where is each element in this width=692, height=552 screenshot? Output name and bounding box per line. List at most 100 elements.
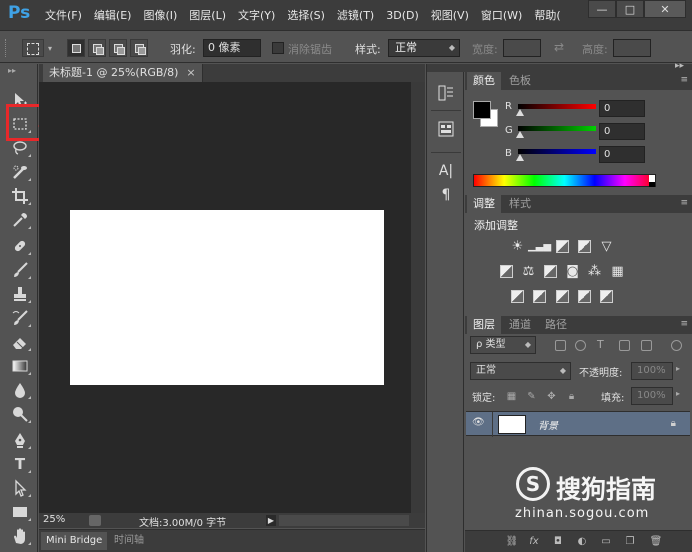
threshold-icon[interactable] [556, 290, 569, 303]
antialias-checkbox[interactable] [272, 42, 284, 54]
foreground-color-swatch[interactable] [473, 101, 491, 119]
lock-transparent-icon[interactable]: ▦ [506, 391, 517, 402]
tool-preset-picker[interactable] [22, 39, 44, 57]
black-white-icon[interactable] [544, 265, 557, 278]
add-to-selection-button[interactable] [88, 39, 106, 57]
posterize-icon[interactable] [533, 290, 546, 303]
brush-tool-icon[interactable] [9, 260, 31, 280]
document-canvas[interactable] [70, 210, 384, 385]
new-adjustment-layer-icon[interactable]: ◐ [575, 535, 589, 549]
layer-row-background[interactable]: 👁︎ 背景 🔒︎ [466, 411, 690, 437]
tab-adjustments[interactable]: 调整 [467, 195, 501, 213]
blue-slider[interactable] [518, 149, 596, 154]
layer-visibility-eye-icon[interactable]: 👁︎ [472, 417, 485, 430]
type-filter-icon[interactable]: T [597, 338, 604, 351]
path-selection-tool-icon[interactable] [9, 478, 31, 498]
blend-mode-select[interactable]: 正常 ◆ [470, 362, 571, 380]
new-selection-button[interactable] [67, 39, 85, 57]
green-slider[interactable] [518, 126, 596, 131]
layer-style-icon[interactable]: fx [527, 535, 541, 549]
blue-slider-thumb[interactable] [516, 154, 524, 161]
tab-mini-bridge[interactable]: Mini Bridge [41, 532, 108, 550]
eyedropper-tool-icon[interactable] [9, 210, 31, 230]
maximize-button[interactable]: □ [616, 0, 644, 18]
collapse-panels-icon[interactable]: ▸▸ [675, 61, 684, 71]
fill-arrow-icon[interactable]: ▸ [676, 389, 680, 398]
feather-input[interactable]: 0 像素 [203, 39, 261, 57]
properties-panel-icon[interactable] [437, 120, 455, 138]
menu-3d[interactable]: 3D(D) [386, 9, 419, 22]
levels-icon[interactable]: ▁▃▅ [528, 240, 551, 253]
menu-window[interactable]: 窗口(W) [481, 7, 522, 23]
tab-styles[interactable]: 样式 [503, 195, 537, 213]
subtract-from-selection-button[interactable] [109, 39, 127, 57]
panel-menu-icon[interactable]: ≡ [680, 319, 688, 329]
hand-tool-icon[interactable] [9, 526, 31, 546]
eraser-tool-icon[interactable] [9, 332, 31, 352]
selective-color-icon[interactable] [600, 290, 613, 303]
vibrance-icon[interactable]: ▽ [600, 239, 613, 254]
tab-layers[interactable]: 图层 [467, 316, 501, 334]
status-info-icon[interactable] [89, 515, 101, 526]
opacity-input[interactable]: 100% [631, 362, 673, 380]
new-group-icon[interactable]: ▭ [599, 535, 613, 549]
history-brush-tool-icon[interactable] [9, 308, 31, 328]
lasso-tool-icon[interactable] [9, 138, 31, 158]
tab-paths[interactable]: 路径 [539, 316, 573, 334]
invert-icon[interactable] [511, 290, 524, 303]
red-slider[interactable] [518, 104, 596, 109]
color-spectrum[interactable] [473, 174, 656, 187]
shape-filter-icon[interactable] [619, 340, 630, 351]
quick-selection-tool-icon[interactable] [9, 162, 31, 182]
status-menu-arrow-icon[interactable]: ▶ [266, 515, 276, 526]
panel-menu-icon[interactable]: ≡ [680, 75, 688, 85]
channel-mixer-icon[interactable]: ⁂ [588, 264, 601, 279]
tab-channels[interactable]: 通道 [503, 316, 537, 334]
link-layers-icon[interactable]: ⛓ [505, 535, 519, 549]
options-bar-grip[interactable] [5, 39, 8, 57]
menu-type[interactable]: 文字(Y) [238, 7, 275, 23]
opacity-arrow-icon[interactable]: ▸ [676, 364, 680, 373]
zoom-level[interactable]: 25% [43, 514, 65, 525]
menu-view[interactable]: 视图(V) [431, 7, 469, 23]
vertical-scrollbar[interactable] [411, 82, 425, 513]
pixel-filter-icon[interactable] [555, 340, 566, 351]
document-tab[interactable]: 未标题-1 @ 25%(RGB/8) × [43, 64, 203, 82]
layer-filter-select[interactable]: ρ 类型 ◆ [470, 336, 536, 354]
minimize-button[interactable]: — [588, 0, 616, 18]
green-slider-thumb[interactable] [516, 131, 524, 138]
curves-icon[interactable] [556, 240, 569, 253]
horizontal-scrollbar[interactable] [279, 515, 409, 526]
delete-layer-icon[interactable]: 🗑︎ [649, 535, 663, 549]
brightness-contrast-icon[interactable]: ☀ [511, 239, 524, 254]
type-tool-icon[interactable]: T [9, 454, 31, 474]
close-button[interactable]: ✕ [644, 0, 686, 18]
hue-saturation-icon[interactable] [500, 265, 513, 278]
spot-healing-brush-tool-icon[interactable] [9, 236, 31, 256]
lock-image-icon[interactable]: ✎ [526, 391, 537, 402]
character-panel-icon[interactable]: A| [437, 162, 455, 180]
menu-filter[interactable]: 滤镜(T) [337, 7, 374, 23]
blue-value-input[interactable]: 0 [599, 146, 645, 163]
height-input[interactable] [613, 39, 651, 57]
clone-stamp-tool-icon[interactable] [9, 284, 31, 304]
lock-all-icon[interactable]: 🔒︎ [566, 391, 577, 402]
preset-dropdown-arrow-icon[interactable]: ▾ [48, 44, 52, 62]
lock-position-icon[interactable]: ✥ [546, 391, 557, 402]
photo-filter-icon[interactable]: ◙ [566, 264, 579, 279]
menu-file[interactable]: 文件(F) [45, 7, 82, 23]
red-slider-thumb[interactable] [516, 109, 524, 116]
exposure-icon[interactable] [578, 240, 591, 253]
adjustment-filter-icon[interactable] [575, 340, 586, 351]
canvas-area[interactable] [39, 82, 411, 513]
fill-input[interactable]: 100% [631, 387, 673, 405]
layer-name[interactable]: 背景 [538, 417, 558, 432]
intersect-selection-button[interactable] [130, 39, 148, 57]
menu-edit[interactable]: 编辑(E) [94, 7, 132, 23]
pen-tool-icon[interactable] [9, 430, 31, 450]
menu-select[interactable]: 选择(S) [287, 7, 325, 23]
tab-swatches[interactable]: 色板 [503, 72, 537, 90]
add-mask-icon[interactable]: ◘ [551, 535, 565, 549]
gradient-map-icon[interactable] [578, 290, 591, 303]
menu-layer[interactable]: 图层(L) [189, 7, 226, 23]
